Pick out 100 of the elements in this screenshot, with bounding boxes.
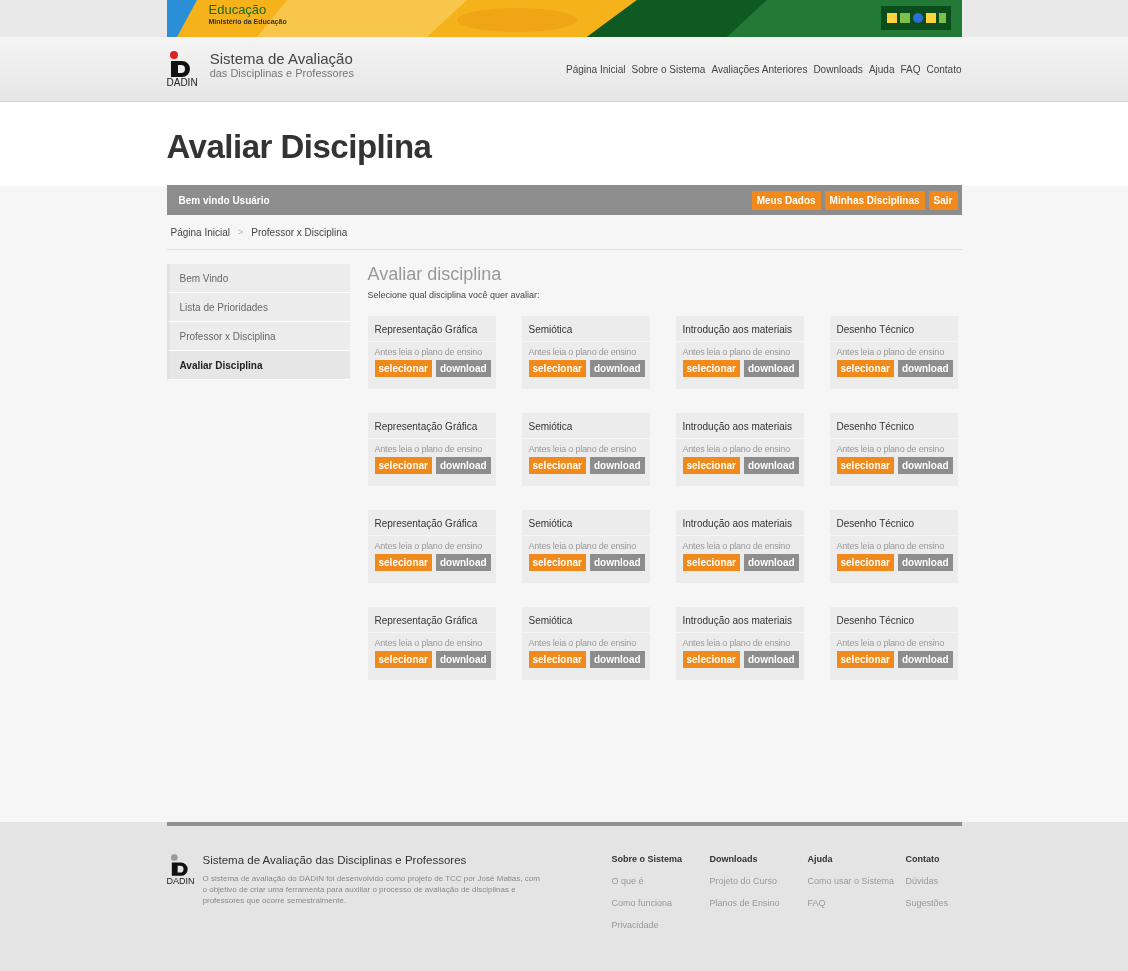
course-note: Antes leia o plano de ensino	[681, 346, 791, 359]
download-button[interactable]: download	[744, 457, 799, 474]
course-name: Representação Gráfica	[367, 316, 496, 342]
download-button[interactable]: download	[898, 554, 953, 571]
download-button[interactable]: download	[436, 360, 491, 377]
nav-link[interactable]: Downloads	[813, 63, 863, 75]
sidebar-item[interactable]: Professor x Disciplina	[166, 322, 350, 351]
greeting: Bem vindo Usuário	[178, 194, 270, 206]
download-button[interactable]: download	[898, 457, 953, 474]
course-note: Antes leia o plano de ensino	[835, 443, 945, 456]
select-button[interactable]: selecionar	[836, 554, 894, 571]
nav-link[interactable]: Sobre o Sistema	[631, 63, 706, 75]
nav-link[interactable]: Avaliações Anteriores	[711, 63, 808, 75]
breadcrumb-link[interactable]: Página Inicial	[170, 226, 230, 238]
course-name: Semiótica	[521, 413, 650, 439]
intro-text: Selecione qual disciplina você quer avaliar:	[367, 290, 541, 300]
course-note: Antes leia o plano de ensino	[527, 637, 637, 650]
footer-title: Sistema de Avaliação das Disciplinas e Professores	[202, 854, 468, 866]
course-name: Desenho Técnico	[829, 607, 958, 633]
brasil-logo-icon	[880, 6, 951, 30]
select-button[interactable]: selecionar	[682, 651, 740, 668]
footer-link[interactable]: O que é	[611, 876, 710, 886]
course-note: Antes leia o plano de ensino	[373, 540, 483, 553]
nav-link[interactable]: FAQ	[900, 63, 921, 75]
footer-heading: Sobre o Sistema	[611, 854, 684, 864]
page-title: Avaliar Disciplina	[166, 127, 433, 166]
select-button[interactable]: selecionar	[682, 457, 740, 474]
select-button[interactable]: selecionar	[528, 554, 586, 571]
user-button[interactable]: Meus Dados	[751, 190, 821, 210]
footer-link[interactable]: Projeto do Curso	[709, 876, 808, 886]
course-note: Antes leia o plano de ensino	[527, 346, 637, 359]
select-button[interactable]: selecionar	[836, 457, 894, 474]
course-note: Antes leia o plano de ensino	[681, 637, 791, 650]
download-button[interactable]: download	[590, 554, 645, 571]
footer-link[interactable]: Sugestões	[905, 898, 962, 908]
course-name: Semiótica	[521, 607, 650, 633]
download-button[interactable]: download	[590, 651, 645, 668]
course-name: Introdução aos materiais	[675, 607, 804, 633]
nav-link[interactable]: Página Inicial	[566, 63, 626, 75]
course-name: Semiótica	[521, 510, 650, 536]
sidebar-item[interactable]: Bem Vindo	[166, 264, 350, 293]
sidebar-item[interactable]: Avaliar Disciplina	[166, 351, 350, 380]
download-button[interactable]: download	[898, 360, 953, 377]
footer-heading: Ajuda	[807, 854, 834, 864]
course-note: Antes leia o plano de ensino	[373, 637, 483, 650]
select-button[interactable]: selecionar	[682, 360, 740, 377]
logo-text: DADIN	[166, 76, 198, 88]
breadcrumb-separator: >	[238, 227, 244, 237]
course-note: Antes leia o plano de ensino	[527, 443, 637, 456]
select-button[interactable]: selecionar	[836, 651, 894, 668]
course-name: Introdução aos materiais	[675, 316, 804, 342]
footer-link[interactable]: Como usar o Sistema	[807, 876, 906, 886]
site-subtitle: das Disciplinas e Professores	[209, 66, 354, 79]
course-name: Representação Gráfica	[367, 413, 496, 439]
download-button[interactable]: download	[590, 457, 645, 474]
nav-link[interactable]: Contato	[926, 63, 962, 75]
banner-title: Educação	[208, 3, 268, 17]
user-button[interactable]: Minhas Disciplinas	[824, 190, 925, 210]
course-name: Desenho Técnico	[829, 510, 958, 536]
footer-link[interactable]: Como funciona	[611, 898, 710, 908]
course-name: Introdução aos materiais	[675, 413, 804, 439]
download-button[interactable]: download	[436, 651, 491, 668]
select-button[interactable]: selecionar	[528, 457, 586, 474]
footer-link[interactable]: Privacidade	[611, 920, 710, 930]
download-button[interactable]: download	[744, 651, 799, 668]
user-button[interactable]: Sair	[928, 190, 958, 210]
footer-link[interactable]: Dúvidas	[905, 876, 962, 886]
course-name: Introdução aos materiais	[675, 510, 804, 536]
select-button[interactable]: selecionar	[374, 554, 432, 571]
footer-link[interactable]: Planos de Ensino	[709, 898, 808, 908]
sidebar-item[interactable]: Lista de Prioridades	[166, 293, 350, 322]
footer-description: O sistema de avaliação do DADIN foi desenvolvido como projeto de TCC por José Matias, com o objetivo de criar uma ferramenta para auxiliar o processo de avaliação de disciplinas e professores que ocorre semestralmente.	[202, 873, 541, 906]
course-name: Representação Gráfica	[367, 510, 496, 536]
select-button[interactable]: selecionar	[374, 651, 432, 668]
download-button[interactable]: download	[898, 651, 953, 668]
select-button[interactable]: selecionar	[374, 457, 432, 474]
select-button[interactable]: selecionar	[528, 360, 586, 377]
download-button[interactable]: download	[436, 554, 491, 571]
footer-link[interactable]: FAQ	[807, 898, 906, 908]
course-name: Desenho Técnico	[829, 413, 958, 439]
download-button[interactable]: download	[590, 360, 645, 377]
course-name: Desenho Técnico	[829, 316, 958, 342]
course-note: Antes leia o plano de ensino	[373, 346, 483, 359]
logo-text: DADIN	[166, 876, 195, 886]
download-button[interactable]: download	[744, 360, 799, 377]
select-button[interactable]: selecionar	[682, 554, 740, 571]
select-button[interactable]: selecionar	[528, 651, 586, 668]
nav-link[interactable]: Ajuda	[868, 63, 895, 75]
course-note: Antes leia o plano de ensino	[373, 443, 483, 456]
course-note: Antes leia o plano de ensino	[527, 540, 637, 553]
breadcrumb-link[interactable]: Professor x Disciplina	[251, 226, 348, 238]
course-note: Antes leia o plano de ensino	[835, 637, 945, 650]
footer-heading: Contato	[905, 854, 941, 864]
course-note: Antes leia o plano de ensino	[681, 540, 791, 553]
download-button[interactable]: download	[436, 457, 491, 474]
site-title: Sistema de Avaliação	[209, 49, 354, 67]
download-button[interactable]: download	[744, 554, 799, 571]
select-button[interactable]: selecionar	[836, 360, 894, 377]
select-button[interactable]: selecionar	[374, 360, 432, 377]
footer-heading: Downloads	[709, 854, 759, 864]
